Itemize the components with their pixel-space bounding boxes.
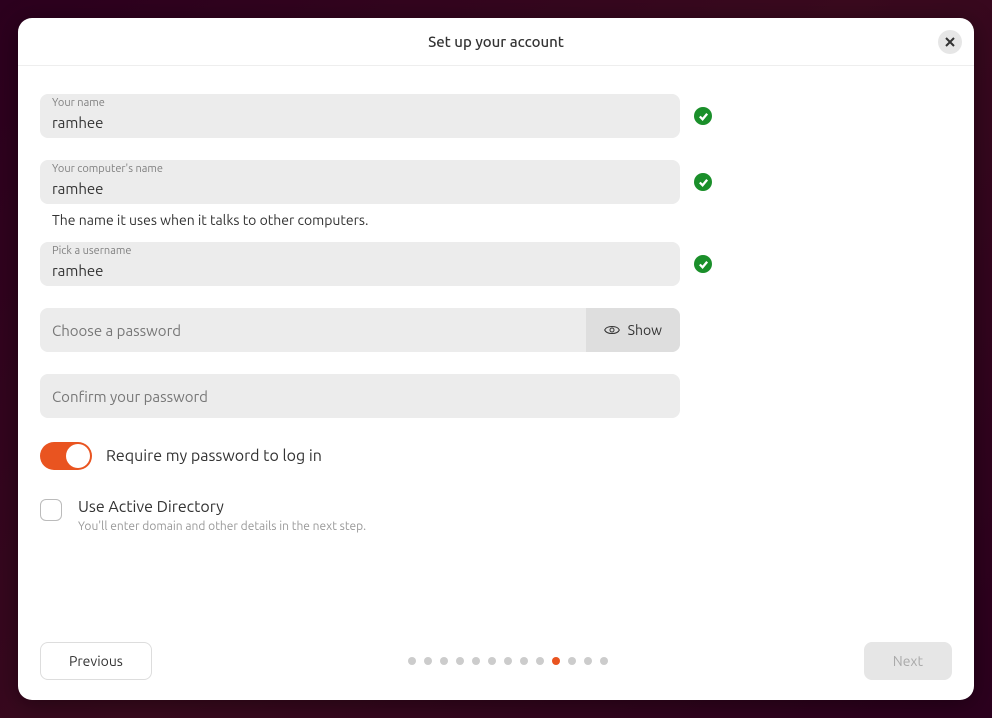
page-title: Set up your account	[428, 33, 564, 50]
close-icon	[944, 36, 956, 48]
previous-button[interactable]: Previous	[40, 642, 152, 680]
require-password-label: Require my password to log in	[106, 447, 322, 465]
active-directory-label: Use Active Directory	[78, 498, 366, 516]
confirm-password-input[interactable]	[40, 374, 680, 418]
toggle-knob	[66, 444, 90, 468]
name-label: Your name	[52, 97, 105, 109]
progress-dot	[520, 657, 528, 665]
footer: Previous Next	[18, 622, 974, 700]
active-directory-hint: You'll enter domain and other details in…	[78, 520, 366, 533]
progress-dot	[552, 657, 560, 665]
confirm-password-row	[40, 374, 952, 418]
progress-dot	[504, 657, 512, 665]
computer-name-hint: The name it uses when it talks to other …	[52, 212, 952, 228]
progress-dot	[488, 657, 496, 665]
checkmark-icon	[694, 107, 712, 125]
installer-window: Set up your account Your name Your compu…	[18, 18, 974, 700]
progress-dot	[408, 657, 416, 665]
progress-dots	[408, 657, 608, 665]
username-label: Pick a username	[52, 245, 131, 257]
progress-dot	[584, 657, 592, 665]
computer-name-label: Your computer's name	[52, 163, 163, 175]
next-button[interactable]: Next	[864, 642, 952, 680]
show-password-label: Show	[628, 322, 662, 338]
progress-dot	[440, 657, 448, 665]
checkmark-icon	[694, 255, 712, 273]
username-row: Pick a username	[40, 242, 952, 286]
titlebar: Set up your account	[18, 18, 974, 66]
name-input[interactable]	[40, 94, 680, 138]
eye-icon	[604, 322, 620, 338]
computer-name-row: Your computer's name	[40, 160, 952, 204]
progress-dot	[472, 657, 480, 665]
progress-dot	[424, 657, 432, 665]
require-password-toggle[interactable]	[40, 442, 92, 470]
checkmark-icon	[694, 173, 712, 191]
progress-dot	[536, 657, 544, 665]
close-button[interactable]	[938, 30, 962, 54]
progress-dot	[600, 657, 608, 665]
name-row: Your name	[40, 94, 952, 138]
progress-dot	[456, 657, 464, 665]
progress-dot	[568, 657, 576, 665]
form-content: Your name Your computer's name The name …	[18, 66, 974, 622]
password-input[interactable]	[40, 308, 586, 352]
password-row: Show	[40, 308, 952, 352]
active-directory-checkbox[interactable]	[40, 499, 62, 521]
username-input[interactable]	[40, 242, 680, 286]
active-directory-row: Use Active Directory You'll enter domain…	[40, 498, 952, 533]
show-password-button[interactable]: Show	[586, 308, 680, 352]
require-password-row: Require my password to log in	[40, 442, 952, 470]
